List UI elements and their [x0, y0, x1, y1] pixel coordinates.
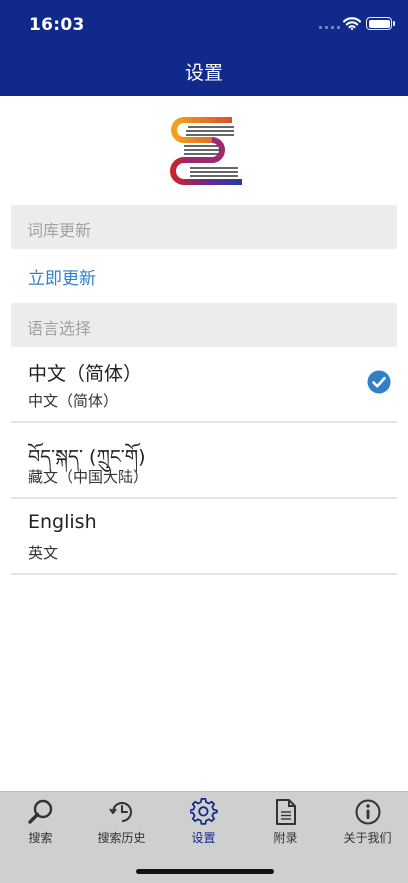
section-header-label: 词库更新	[27, 221, 92, 240]
tab-appendix[interactable]: 附录	[245, 792, 326, 852]
tab-label: 搜索历史	[97, 831, 146, 845]
tab-search-history[interactable]: 搜索历史	[81, 792, 162, 852]
navigation-bar: 16:03 设置	[0, 0, 408, 96]
history-icon	[109, 802, 132, 822]
tab-about-us[interactable]: 关于我们	[327, 792, 408, 852]
battery-icon	[366, 17, 392, 30]
gear-icon	[190, 798, 218, 825]
page-title: 设置	[184, 62, 223, 84]
tab-label: 搜索	[28, 831, 53, 845]
app-logo	[170, 117, 242, 185]
cellular-signal-icon	[319, 26, 341, 30]
section-header-dictionary-update: 词库更新	[11, 205, 397, 249]
language-subtitle: 中文（简体）	[28, 392, 119, 410]
language-title: 中文（简体）	[28, 363, 143, 385]
update-now-button[interactable]: 立即更新	[28, 264, 96, 289]
info-icon	[355, 799, 381, 825]
search-icon	[28, 799, 53, 824]
home-indicator	[136, 869, 274, 874]
language-option-english[interactable]: English 英文	[11, 499, 397, 575]
status-bar: 16:03	[0, 0, 408, 50]
section-header-language: 语言选择	[11, 303, 397, 347]
wifi-icon	[343, 17, 361, 30]
language-option-chinese-simplified[interactable]: 中文（简体） 中文（简体）	[11, 347, 397, 423]
document-icon	[276, 799, 296, 825]
language-option-tibetan[interactable]: བོད་སྐད་ (ཀྲུང་གོ) 藏文（中国大陆）	[11, 423, 397, 499]
tab-search[interactable]: 搜索	[0, 792, 81, 852]
section-header-label: 语言选择	[27, 319, 92, 338]
tab-settings[interactable]: 设置	[163, 792, 244, 852]
status-time: 16:03	[29, 15, 85, 35]
language-subtitle: 英文	[28, 544, 59, 562]
battery-tip	[393, 21, 395, 26]
tab-label: 设置	[191, 831, 216, 845]
checkmark-icon	[367, 370, 391, 394]
tab-label: 关于我们	[343, 831, 392, 845]
language-subtitle: 藏文（中国大陆）	[28, 468, 149, 486]
language-title: English	[28, 511, 97, 533]
tab-label: 附录	[273, 831, 298, 845]
